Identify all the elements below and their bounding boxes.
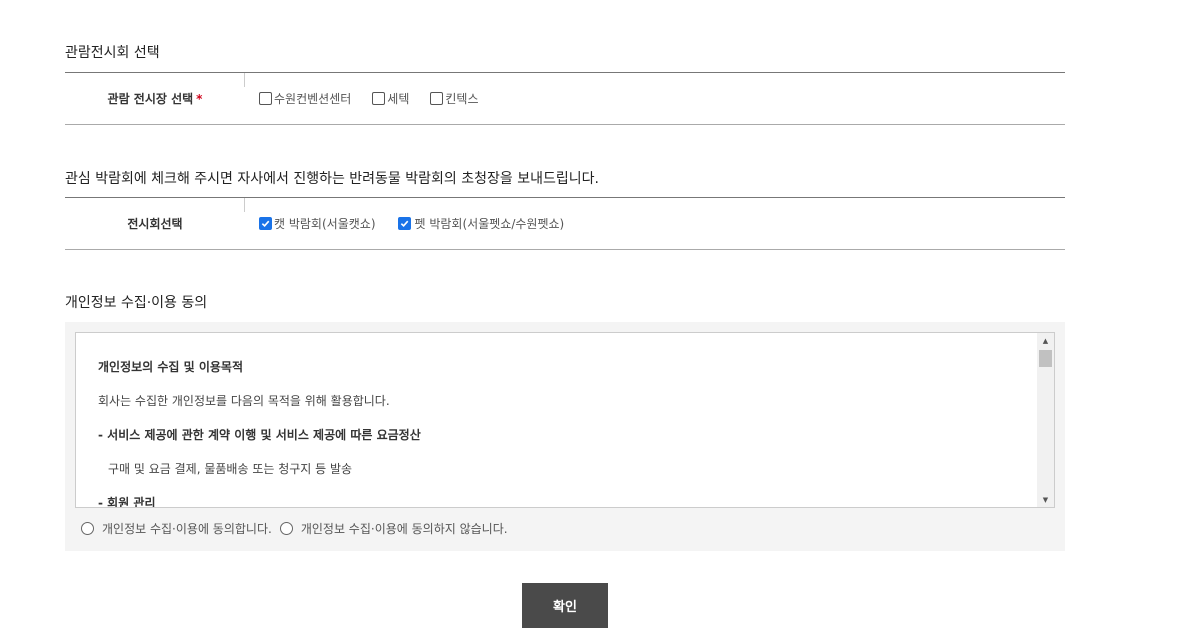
interest-row: 전시회선택 캣 박람회(서울캣쇼) 펫 박람회(서울펫쇼/수원펫쇼) [65,197,1065,250]
interest-option-pet[interactable]: 펫 박람회(서울펫쇼/수원펫쇼) [397,215,565,232]
interest-options: 캣 박람회(서울캣쇼) 펫 박람회(서울펫쇼/수원펫쇼) [245,198,1065,249]
interest-option-cat[interactable]: 캣 박람회(서울캣쇼) [259,215,376,232]
disagree-radio[interactable] [279,522,293,535]
privacy-agree-box: 개인정보의 수집 및 이용목적 회사는 수집한 개인정보를 다음의 목적을 위해… [65,322,1065,551]
interest-option-label: 펫 박람회(서울펫쇼/수원펫쇼) [414,217,565,231]
scroll-down-arrow-icon[interactable]: ▼ [1037,492,1054,507]
terms-line: - 회원 관리 [98,496,156,508]
checkbox-suwon[interactable] [259,92,272,105]
terms-line: 개인정보의 수집 및 이용목적 [98,360,244,374]
disagree-option[interactable]: 개인정보 수집·이용에 동의하지 않습니다. [279,520,508,537]
interest-section-title: 관심 박람회에 체크해 주시면 자사에서 진행하는 반려동물 박람회의 초청장을… [65,171,599,187]
venue-options: 수원컨벤션센터 세텍 킨텍스 [245,73,1065,124]
privacy-section-title: 개인정보 수집·이용 동의 [65,295,208,311]
scrollbar-thumb[interactable] [1039,350,1052,367]
venue-section-title: 관람전시회 선택 [65,45,160,61]
required-mark: * [196,91,203,106]
terms-textarea[interactable]: 개인정보의 수집 및 이용목적 회사는 수집한 개인정보를 다음의 목적을 위해… [75,332,1055,508]
venue-option-setec[interactable]: 세텍 [372,90,409,107]
venue-option-kintex[interactable]: 킨텍스 [430,90,479,107]
checkbox-pet-fair[interactable] [397,217,411,230]
checkbox-setec[interactable] [372,92,386,105]
terms-content: 개인정보의 수집 및 이용목적 회사는 수집한 개인정보를 다음의 목적을 위해… [76,333,1054,508]
scroll-up-arrow-icon[interactable]: ▲ [1037,333,1054,348]
terms-scrollbar[interactable]: ▲ ▼ [1037,333,1054,507]
venue-label-cell: 관람 전시장 선택 * [65,73,245,124]
terms-line: 회사는 수집한 개인정보를 다음의 목적을 위해 활용합니다. [98,394,390,408]
terms-line: - 서비스 제공에 관한 계약 이행 및 서비스 제공에 따른 요금정산 [98,428,421,442]
agree-option[interactable]: 개인정보 수집·이용에 동의합니다. [81,520,272,537]
interest-option-label: 캣 박람회(서울캣쇼) [274,217,376,231]
agree-radio[interactable] [81,522,94,535]
checkbox-kintex[interactable] [430,92,444,105]
venue-row: 관람 전시장 선택 * 수원컨벤션센터 세텍 킨텍스 [65,72,1065,125]
disagree-label: 개인정보 수집·이용에 동의하지 않습니다. [300,522,508,536]
checkbox-cat-fair[interactable] [259,217,272,230]
venue-option-label: 수원컨벤션센터 [274,92,352,106]
venue-label: 관람 전시장 선택 [107,92,194,106]
interest-label: 전시회선택 [127,217,183,231]
terms-line: 구매 및 요금 결제, 물품배송 또는 청구지 등 발송 [108,462,353,476]
confirm-button[interactable]: 확인 [522,583,608,628]
interest-label-cell: 전시회선택 [65,198,245,249]
venue-option-suwon[interactable]: 수원컨벤션센터 [259,90,351,107]
venue-option-label: 세텍 [387,92,410,106]
venue-option-label: 킨텍스 [445,92,479,106]
agree-label: 개인정보 수집·이용에 동의합니다. [102,522,272,536]
agreement-radios: 개인정보 수집·이용에 동의합니다. 개인정보 수집·이용에 동의하지 않습니다… [81,520,516,537]
